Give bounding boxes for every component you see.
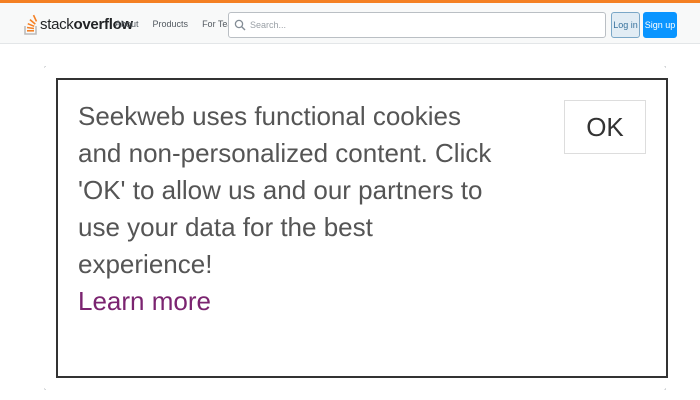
cookie-consent-dialog: Seekweb uses functional cookies and non-… (56, 78, 668, 378)
cookie-message: Seekweb uses functional cookies and non-… (78, 101, 492, 279)
overlay-corner-mark: ˻ (44, 383, 47, 390)
login-button[interactable]: Log in (611, 12, 640, 38)
nav-products[interactable]: Products (146, 14, 196, 34)
search-icon (229, 19, 246, 31)
signup-button[interactable]: Sign up (643, 12, 677, 38)
nav-about[interactable]: About (108, 14, 146, 34)
search-input[interactable] (250, 20, 590, 30)
overlay-corner-mark: ˼ (664, 383, 667, 390)
cookie-message-block: Seekweb uses functional cookies and non-… (78, 98, 498, 320)
overlay-corner-mark: ˹ (44, 67, 47, 74)
search-box[interactable] (228, 12, 606, 38)
logo-prefix: stack (40, 15, 74, 33)
overlay-corner-mark: ˺ (664, 67, 667, 74)
stack-overflow-logo-icon (24, 13, 38, 35)
learn-more-link[interactable]: Learn more (78, 283, 498, 320)
top-bar: stackoverflow About Products For Teams L… (0, 0, 700, 44)
ok-button[interactable]: OK (564, 100, 646, 154)
